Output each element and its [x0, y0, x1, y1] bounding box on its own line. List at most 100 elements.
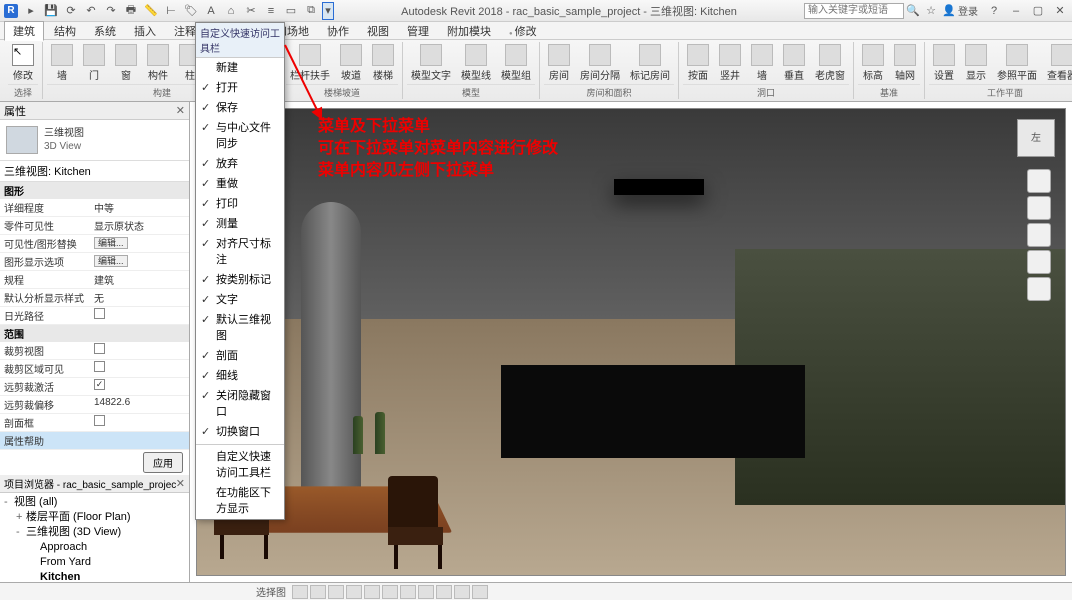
component-button[interactable]: 构件	[143, 42, 173, 84]
dd-item-13[interactable]: 细线	[196, 366, 284, 386]
prop-row[interactable]: 规程建筑	[0, 271, 189, 289]
roomsep-button[interactable]: 房间分隔	[576, 42, 624, 84]
tab-view[interactable]: 视图	[359, 22, 397, 40]
crop-icon[interactable]	[400, 585, 416, 599]
shaft-button[interactable]: 竖井	[715, 42, 745, 84]
qat-switch-icon[interactable]: ⧉	[302, 2, 320, 20]
tab-addins[interactable]: 附加模块	[439, 22, 499, 40]
qat-sync-icon[interactable]: ⟳	[62, 2, 80, 20]
prop-row[interactable]: 远剪裁激活	[0, 378, 189, 396]
prop-row[interactable]: 默认分析显示样式无	[0, 289, 189, 307]
vertical-button[interactable]: 垂直	[779, 42, 809, 84]
prop-row[interactable]: 零件可见性显示原状态	[0, 217, 189, 235]
qat-3d-icon[interactable]: ⌂	[222, 2, 240, 20]
reveal-icon[interactable]	[472, 585, 488, 599]
scale-icon[interactable]	[292, 585, 308, 599]
detail-icon[interactable]	[310, 585, 326, 599]
tree-node[interactable]: +楼层平面 (Floor Plan)	[2, 510, 187, 525]
modeltext-button[interactable]: 模型文字	[407, 42, 455, 84]
close-icon[interactable]: ✕	[1052, 4, 1068, 18]
browser-header[interactable]: 项目浏览器 - rac_basic_sample_project ✕	[0, 475, 189, 493]
tree-node[interactable]: From Yard	[2, 555, 187, 570]
byface-button[interactable]: 按面	[683, 42, 713, 84]
qat-close-hidden-icon[interactable]: ▭	[282, 2, 300, 20]
qat-thinlines-icon[interactable]: ≡	[262, 2, 280, 20]
dd-item-15[interactable]: 切换窗口	[196, 422, 284, 442]
dd-item-0[interactable]: 新建	[196, 58, 284, 78]
prop-help-row[interactable]: 属性帮助	[0, 432, 189, 450]
prop-row[interactable]: 日光路径	[0, 307, 189, 325]
qat-redo-icon[interactable]: ↷	[102, 2, 120, 20]
grid-button[interactable]: 轴网	[890, 42, 920, 84]
dd-item-8[interactable]: 对齐尺寸标注	[196, 234, 284, 270]
qat-measure-icon[interactable]: 📏	[142, 2, 160, 20]
qat-print-icon[interactable]: 🖶	[122, 2, 140, 20]
viewer-button[interactable]: 查看器	[1043, 42, 1072, 84]
login-label[interactable]: 登录	[958, 3, 978, 18]
dd-customize[interactable]: 自定义快速访问工具栏	[196, 447, 284, 483]
dd-item-2[interactable]: 保存	[196, 98, 284, 118]
dd-item-3[interactable]: 与中心文件同步	[196, 118, 284, 154]
dd-item-9[interactable]: 按类别标记	[196, 270, 284, 290]
help-search-input[interactable]	[804, 3, 904, 19]
stair-button[interactable]: 楼梯	[368, 42, 398, 84]
refplane-button[interactable]: 参照平面	[993, 42, 1041, 84]
tree-twisty-icon[interactable]: +	[16, 510, 26, 525]
nav-orbit-icon[interactable]	[1027, 277, 1051, 301]
modify-button[interactable]: ↖修改	[8, 42, 38, 84]
set-button[interactable]: 设置	[929, 42, 959, 84]
nav-home-icon[interactable]	[1027, 169, 1051, 193]
room-button[interactable]: 房间	[544, 42, 574, 84]
nav-pan-icon[interactable]	[1027, 223, 1051, 247]
apply-button[interactable]: 应用	[143, 452, 183, 473]
properties-close-icon[interactable]: ✕	[176, 104, 185, 117]
qat-save-icon[interactable]: 💾	[42, 2, 60, 20]
wallopen-button[interactable]: 墙	[747, 42, 777, 84]
cropvis-icon[interactable]	[418, 585, 434, 599]
app-icon[interactable]: R	[4, 4, 18, 18]
prop-row[interactable]: 详细程度中等	[0, 199, 189, 217]
dd-item-5[interactable]: 重做	[196, 174, 284, 194]
properties-type-selector[interactable]: 三维视图 3D View	[0, 120, 189, 161]
tab-insert[interactable]: 插入	[126, 22, 164, 40]
properties-header[interactable]: 属性 ✕	[0, 102, 189, 120]
qat-customize-dropdown-icon[interactable]: ▾	[322, 2, 334, 20]
user-icon[interactable]: 👤	[940, 2, 958, 20]
show-button[interactable]: 显示	[961, 42, 991, 84]
modelline-button[interactable]: 模型线	[457, 42, 495, 84]
tab-systems[interactable]: 系统	[86, 22, 124, 40]
dd-item-12[interactable]: 剖面	[196, 346, 284, 366]
tagroom-button[interactable]: 标记房间	[626, 42, 674, 84]
prop-row[interactable]: 远剪裁偏移14822.6	[0, 396, 189, 414]
prop-row[interactable]: 可见性/图形替换编辑...	[0, 235, 189, 253]
sunpath-icon[interactable]	[346, 585, 362, 599]
checkbox[interactable]	[94, 308, 105, 319]
checkbox[interactable]	[94, 379, 105, 390]
qat-section-icon[interactable]: ✂	[242, 2, 260, 20]
edit-button[interactable]: 编辑...	[94, 255, 128, 267]
prop-row[interactable]: 剖面框	[0, 414, 189, 432]
qat-dim-icon[interactable]: ⊢	[162, 2, 180, 20]
qat-tag-icon[interactable]: 🏷	[182, 2, 200, 20]
tab-architecture[interactable]: 建筑	[4, 21, 44, 41]
tree-node[interactable]: -视图 (all)	[2, 495, 187, 510]
tab-modify[interactable]: 修改	[501, 22, 545, 40]
qat-undo-icon[interactable]: ↶	[82, 2, 100, 20]
tab-collaborate[interactable]: 协作	[319, 22, 357, 40]
subscription-icon[interactable]: ☆	[922, 2, 940, 20]
tree-twisty-icon[interactable]: -	[16, 525, 26, 540]
tree-node[interactable]: Kitchen	[2, 570, 187, 582]
dd-item-7[interactable]: 测量	[196, 214, 284, 234]
search-icon[interactable]: 🔍	[904, 2, 922, 20]
modelgroup-button[interactable]: 模型组	[497, 42, 535, 84]
minimize-icon[interactable]: –	[1008, 4, 1024, 18]
render-icon[interactable]	[382, 585, 398, 599]
prop-row[interactable]: 图形显示选项编辑...	[0, 253, 189, 271]
prop-row[interactable]: 裁剪区域可见	[0, 360, 189, 378]
dd-show-below[interactable]: 在功能区下方显示	[196, 483, 284, 519]
window-button[interactable]: 窗	[111, 42, 141, 84]
maximize-icon[interactable]: ▢	[1030, 4, 1046, 18]
checkbox[interactable]	[94, 361, 105, 372]
visual-style-icon[interactable]	[328, 585, 344, 599]
level-button[interactable]: 标高	[858, 42, 888, 84]
